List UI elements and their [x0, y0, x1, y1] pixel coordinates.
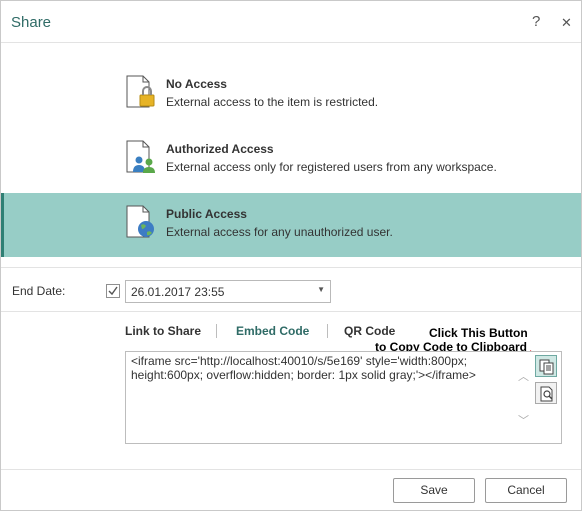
cancel-button[interactable]: Cancel [485, 478, 567, 503]
divider [1, 267, 581, 268]
check-icon [108, 286, 118, 296]
preview-icon [540, 386, 553, 402]
share-dialog: Share ? ✕ No Access External access to t… [0, 0, 582, 511]
scroll-up-icon[interactable]: ︿ [518, 368, 529, 384]
option-title: Authorized Access [166, 142, 274, 156]
embed-code-textarea[interactable]: <iframe src='http://localhost:40010/s/5e… [125, 351, 562, 444]
divider [1, 311, 581, 312]
copy-to-clipboard-button[interactable] [535, 355, 557, 377]
option-description: External access to the item is restricte… [166, 95, 379, 109]
users-document-icon [125, 140, 157, 174]
save-button[interactable]: Save [393, 478, 475, 503]
locked-document-icon [125, 75, 157, 109]
tab-link-to-share[interactable]: Link to Share [125, 324, 201, 338]
option-no-access[interactable]: No Access External access to the item is… [1, 63, 581, 127]
option-authorized-access[interactable]: Authorized Access External access only f… [1, 128, 581, 192]
preview-button[interactable] [535, 382, 557, 404]
tab-divider [216, 324, 217, 338]
dialog-header: Share ? ✕ [1, 1, 581, 43]
option-description: External access only for registered user… [166, 160, 497, 174]
option-public-access[interactable]: Public Access External access for any un… [1, 193, 581, 257]
scroll-down-icon[interactable]: ﹀ [518, 412, 529, 428]
globe-document-icon [125, 205, 157, 239]
end-date-label: End Date: [12, 284, 66, 298]
close-icon[interactable]: ✕ [561, 15, 572, 31]
end-date-value: 26.01.2017 23:55 [131, 285, 225, 299]
option-title: Public Access [166, 207, 247, 221]
dialog-title: Share [11, 14, 52, 31]
copy-icon [539, 359, 554, 375]
option-description: External access for any unauthorized use… [166, 225, 393, 239]
end-date-checkbox[interactable] [106, 284, 120, 298]
tab-qr-code[interactable]: QR Code [344, 324, 395, 338]
option-title: No Access [166, 77, 227, 91]
end-date-picker[interactable]: 26.01.2017 23:55 ▼ [125, 280, 331, 303]
tab-embed-code[interactable]: Embed Code [236, 324, 309, 338]
embed-code-text: <iframe src='http://localhost:40010/s/5e… [131, 354, 476, 382]
tab-divider [327, 324, 328, 338]
chevron-down-icon[interactable]: ▼ [317, 285, 325, 294]
help-icon[interactable]: ? [532, 13, 540, 30]
